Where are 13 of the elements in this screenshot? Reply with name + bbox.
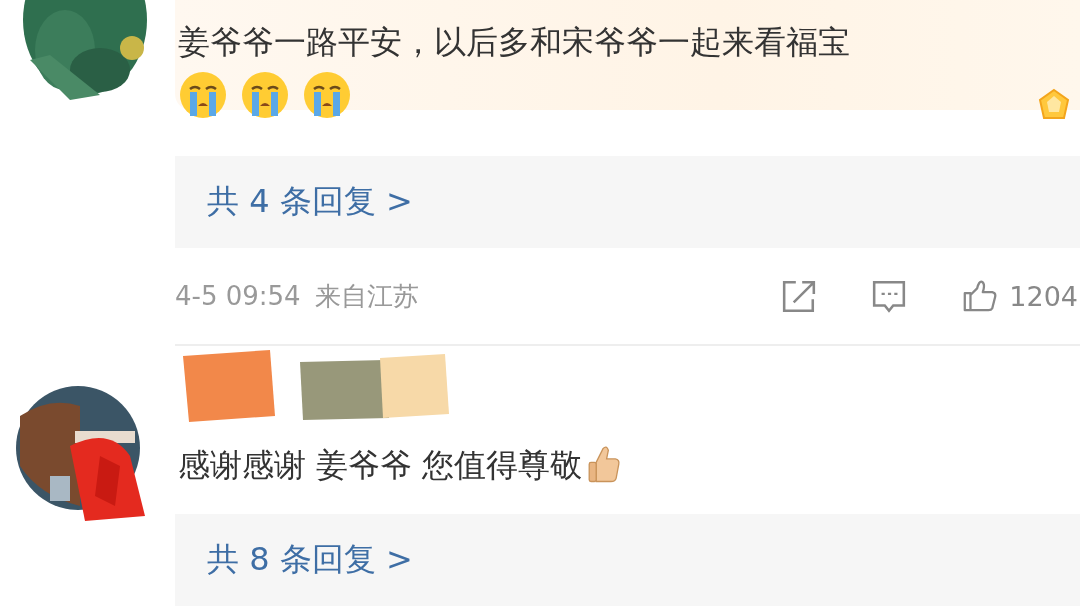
- replies-link[interactable]: 共 4 条回复 >: [175, 156, 1080, 248]
- crying-face-icon: [178, 70, 228, 120]
- crying-face-icon: [302, 70, 352, 120]
- comment-location: 来自江苏: [314, 279, 419, 313]
- comment-text: 感谢感谢 姜爷爷 您值得尊敬: [178, 445, 583, 486]
- replies-link[interactable]: 共 8 条回复 >: [175, 514, 1080, 606]
- share-icon[interactable]: [781, 278, 818, 314]
- comment-icon[interactable]: [871, 278, 908, 314]
- like-count: 1204: [1009, 280, 1078, 312]
- thumbs-up-icon[interactable]: [961, 278, 998, 314]
- comment-time: 4-5 09:54: [175, 281, 301, 311]
- crying-face-icon: [240, 70, 290, 120]
- comment-text: 姜爷爷一路平安，以后多和宋爷爷一起来看福宝: [178, 22, 851, 63]
